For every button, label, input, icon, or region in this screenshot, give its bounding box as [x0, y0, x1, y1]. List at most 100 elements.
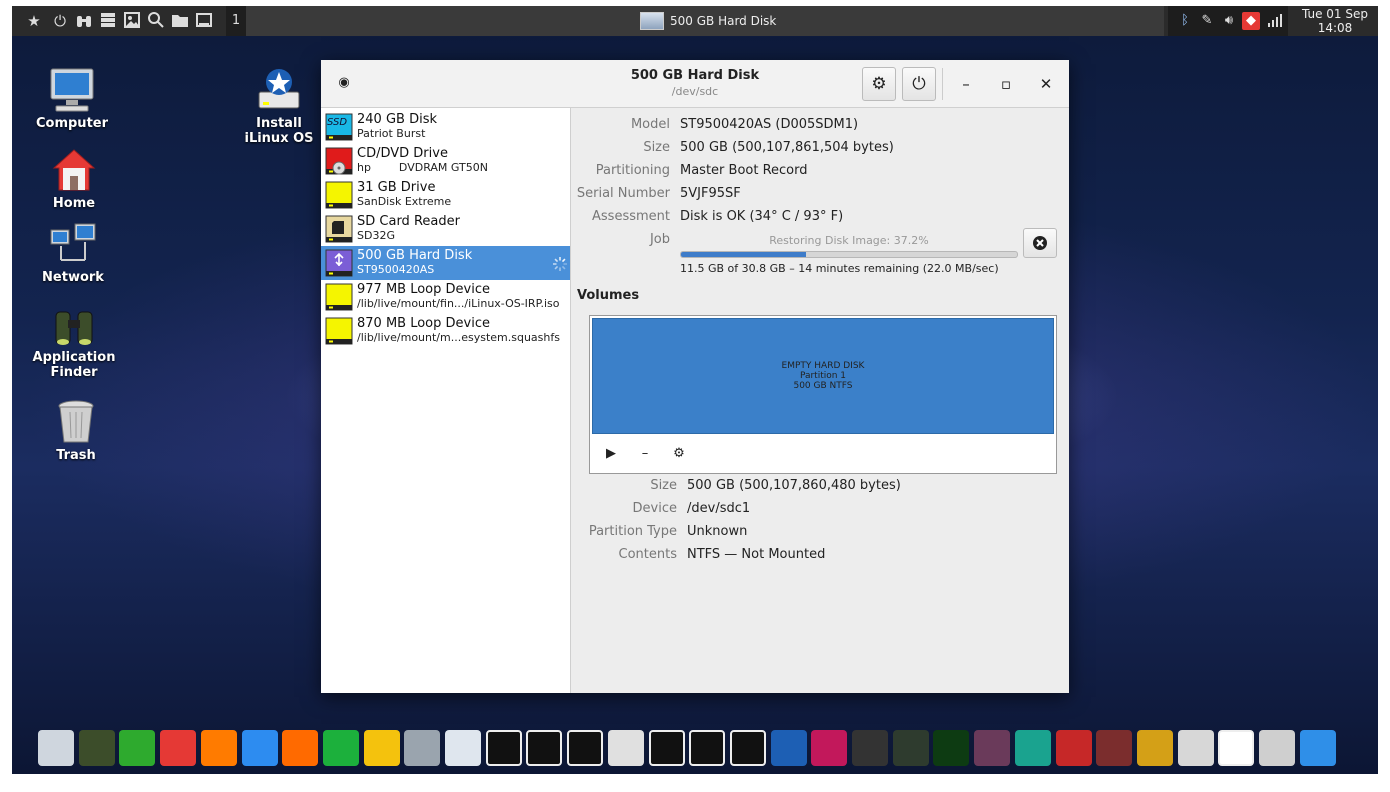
- desktop-icon-network[interactable]: Network: [28, 220, 118, 285]
- drive-name: 977 MB Loop Device: [357, 282, 490, 297]
- computer-icon: [48, 66, 96, 114]
- favorites-star-icon[interactable]: ★: [24, 11, 44, 31]
- task-button-disks[interactable]: 500 GB Hard Disk: [640, 6, 820, 36]
- wps-presentation-icon[interactable]: [282, 730, 319, 766]
- photo-editor-icon[interactable]: [974, 730, 1011, 766]
- drive-item[interactable]: 500 GB Hard Disk ST9500420AS: [321, 246, 570, 280]
- gear-icon: ⚙: [871, 74, 887, 94]
- desktop-icon-computer[interactable]: Computer: [27, 66, 117, 131]
- image-viewer-icon[interactable]: [122, 11, 142, 31]
- busy-spinner-icon: [552, 256, 568, 272]
- desktop-icon-trash[interactable]: Trash: [31, 398, 121, 463]
- firefox-icon[interactable]: [200, 730, 237, 766]
- folder-icon[interactable]: [170, 11, 190, 31]
- trash-icon[interactable]: [1259, 730, 1295, 766]
- desktop: ★ ⏻ 1 500 GB Hard Disk ᛒ ✎ 🔊︎ ◆ Tue 01 S…: [12, 6, 1378, 774]
- wps-writer-icon[interactable]: [241, 730, 278, 766]
- binoculars-icon[interactable]: [74, 11, 94, 31]
- clock[interactable]: Tue 01 Sep 14:08: [1292, 6, 1378, 37]
- job-progress-fill: [681, 252, 806, 257]
- desktop-icon-label: Computer: [35, 116, 109, 131]
- drive-item[interactable]: 31 GB Drive SanDisk Extreme: [321, 178, 570, 212]
- file-cabinet-icon[interactable]: [38, 730, 74, 766]
- color-picker-icon[interactable]: [607, 730, 644, 766]
- radar-icon[interactable]: [933, 730, 970, 766]
- terminal-red-icon[interactable]: [1055, 730, 1092, 766]
- drive-details: Model ST9500420AS (D005SDM1) Size 500 GB (5…: [571, 108, 1069, 693]
- search-icon[interactable]: [146, 11, 166, 31]
- drive-options-button[interactable]: ⚙: [862, 67, 896, 101]
- installer-2-icon[interactable]: [770, 730, 807, 766]
- sync-icon[interactable]: [811, 730, 848, 766]
- window-titlebar[interactable]: ◉ 500 GB Hard Disk /dev/sdc ⚙ ⏻ – ▫ ✕: [321, 60, 1069, 108]
- partition-1[interactable]: EMPTY HARD DISK Partition 1 500 GB NTFS: [592, 318, 1054, 434]
- media-drive-icon[interactable]: [1177, 730, 1214, 766]
- health-monitor-icon[interactable]: [567, 730, 604, 766]
- binoculars-icon[interactable]: [78, 730, 115, 766]
- property-label: Model: [630, 117, 670, 132]
- drive-item[interactable]: CD/DVD Drive hp DVDRAM GT50N: [321, 144, 570, 178]
- drive-item[interactable]: 870 MB Loop Device/lib/live/mount/m...es…: [321, 314, 570, 348]
- close-button[interactable]: ✕: [1034, 72, 1058, 96]
- usb-drive-icon: [325, 181, 353, 209]
- minus-icon: –: [641, 446, 649, 461]
- partition-options-button[interactable]: ⚙: [668, 443, 690, 465]
- disks-download-icon[interactable]: [689, 730, 726, 766]
- pin-icon[interactable]: ✎: [1198, 12, 1216, 30]
- dock: [12, 720, 1378, 774]
- scanner-icon[interactable]: [404, 730, 441, 766]
- maximize-button[interactable]: ▫: [994, 72, 1018, 96]
- property-value: 5VJF95SF: [680, 186, 741, 201]
- desktop-icon-app-finder[interactable]: Application Finder: [29, 300, 119, 380]
- magnifier-icon[interactable]: [648, 730, 685, 766]
- minimize-button[interactable]: –: [954, 72, 978, 96]
- close-icon: ✕: [1039, 75, 1053, 93]
- runner-icon[interactable]: [1014, 730, 1051, 766]
- drive-model: SD32G: [357, 229, 395, 242]
- binoculars-icon: [50, 300, 98, 348]
- anydesk-icon[interactable]: [160, 730, 197, 766]
- pencil-icon[interactable]: [445, 730, 481, 766]
- drive-name: 870 MB Loop Device: [357, 316, 490, 331]
- desktop-icon-home[interactable]: Home: [29, 146, 119, 211]
- drive-item[interactable]: 977 MB Loop Device/lib/live/mount/fin...…: [321, 280, 570, 314]
- system-tray: ᛒ ✎ 🔊︎ ◆: [1168, 6, 1288, 36]
- property-value: Master Boot Record: [680, 163, 808, 178]
- property-value: Disk is OK (34° C / 93° F): [680, 209, 844, 224]
- lock-settings-icon[interactable]: [1136, 730, 1173, 766]
- drive-model: hp DVDRAM GT50N: [357, 161, 488, 174]
- drive-item[interactable]: SD Card Reader SD32G: [321, 212, 570, 246]
- power-icon[interactable]: [1218, 730, 1255, 766]
- property-value: 500 GB (500,107,860,480 bytes): [687, 478, 901, 493]
- disk-usage-icon[interactable]: [526, 730, 563, 766]
- teapot-icon[interactable]: [363, 730, 400, 766]
- drive-model: /lib/live/mount/m...esystem.squashfs: [357, 331, 560, 344]
- installer-icon[interactable]: [729, 730, 766, 766]
- green-pipe-icon[interactable]: [119, 730, 156, 766]
- desktop-icon-install[interactable]: Install iLinux OS: [234, 66, 324, 146]
- scanner-flat-icon[interactable]: [852, 730, 888, 766]
- bluetooth-icon[interactable]: ᛒ: [1176, 12, 1194, 30]
- terminal-icon[interactable]: [1096, 730, 1133, 766]
- titlebar-separator: [942, 68, 943, 100]
- delete-partition-button[interactable]: –: [634, 443, 656, 465]
- drive-name: CD/DVD Drive: [357, 146, 448, 161]
- workspace-switcher[interactable]: 1: [226, 6, 246, 36]
- anydesk-tray-icon[interactable]: ◆: [1242, 12, 1260, 30]
- wps-spreadsheets-icon[interactable]: [322, 730, 359, 766]
- power-off-button[interactable]: ⏻: [902, 67, 936, 101]
- job-caption: Restoring Disk Image: 37.2%: [769, 234, 929, 247]
- cancel-job-button[interactable]: [1023, 228, 1057, 258]
- mount-button[interactable]: ▶: [600, 443, 622, 465]
- disks-icon[interactable]: [98, 11, 118, 31]
- top-panel: ★ ⏻ 1 500 GB Hard Disk ᛒ ✎ 🔊︎ ◆ Tue 01 S…: [12, 6, 1378, 36]
- window-icon[interactable]: [1299, 730, 1336, 766]
- system-monitor-icon[interactable]: [892, 730, 929, 766]
- network-signal-icon[interactable]: [1266, 12, 1284, 30]
- drive-item[interactable]: SSD 240 GB Disk Patriot Burst: [321, 110, 570, 144]
- system-tools-icon[interactable]: [485, 730, 522, 766]
- show-desktop-icon[interactable]: [194, 11, 214, 31]
- power-icon[interactable]: ⏻: [50, 11, 70, 31]
- job-progress-bar: [680, 251, 1018, 258]
- volume-icon[interactable]: 🔊︎: [1220, 12, 1238, 30]
